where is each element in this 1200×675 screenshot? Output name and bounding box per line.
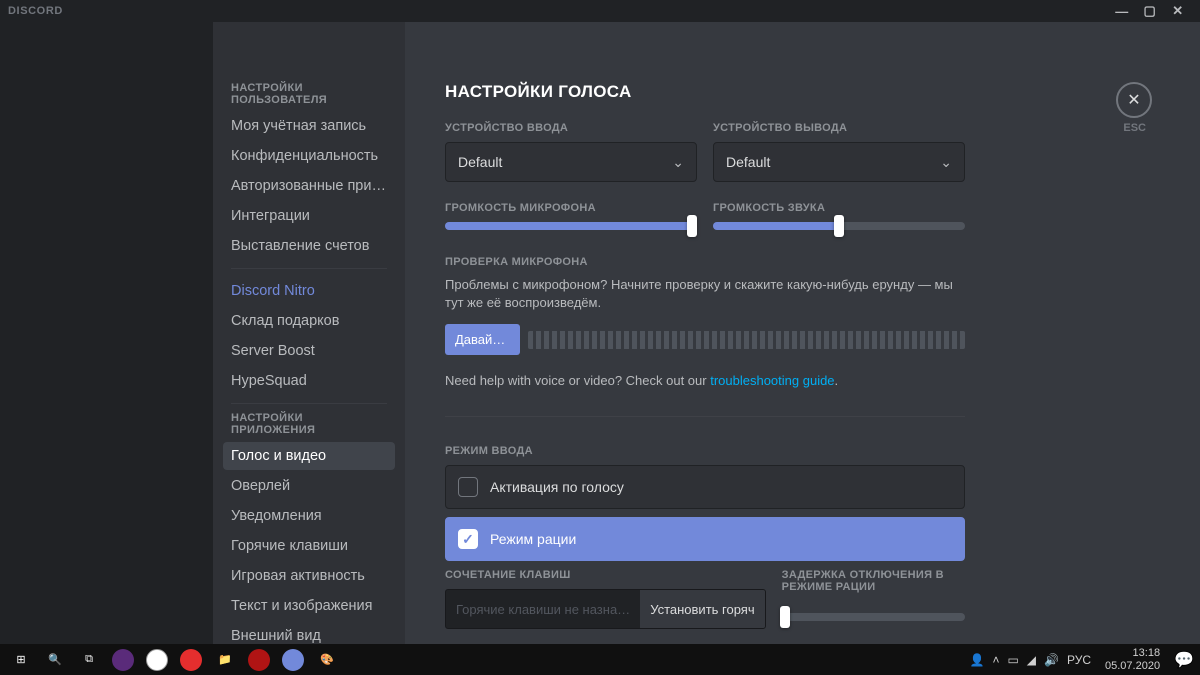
action-center-icon[interactable]: 💬	[1174, 650, 1194, 670]
taskbar-app[interactable]	[242, 647, 276, 673]
guild-column	[0, 22, 213, 644]
checkbox-icon	[458, 477, 478, 497]
section-voice-header: НАСТРОЙКИ ГОЛОСА	[445, 82, 965, 102]
tray-chevron-icon[interactable]: ˄	[992, 653, 999, 667]
settings-sidebar: НАСТРОЙКИ ПОЛЬЗОВАТЕЛЯ Моя учётная запис…	[213, 22, 405, 644]
sidebar-item-appearance[interactable]: Внешний вид	[223, 622, 395, 644]
sidebar-item-text-images[interactable]: Текст и изображения	[223, 592, 395, 620]
mic-test-button[interactable]: Давайте пр…	[445, 324, 520, 355]
close-icon: ✕	[1127, 90, 1140, 110]
input-mode-push-to-talk[interactable]: ✓ Режим рации	[445, 517, 965, 561]
input-device-value: Default	[458, 154, 502, 170]
option-label: Режим рации	[490, 531, 576, 547]
system-tray[interactable]: 👤 ˄ ▭ ◢ 🔊 РУС 13:18 05.07.2020 💬	[969, 647, 1196, 671]
record-shortcut-button[interactable]: Установить горяч	[640, 590, 764, 628]
sidebar-item-voice-video[interactable]: Голос и видео	[223, 442, 395, 470]
shortcut-input[interactable]: Горячие клавиши не назна… Установить гор…	[445, 589, 766, 629]
people-icon[interactable]: 👤	[969, 653, 984, 667]
sidebar-category: НАСТРОЙКИ ПОЛЬЗОВАТЕЛЯ	[223, 82, 395, 112]
sidebar-item-hypesquad[interactable]: HypeSquad	[223, 367, 395, 395]
slider-thumb[interactable]	[780, 606, 790, 628]
chevron-down-icon: ⌄	[672, 154, 684, 171]
sidebar-separator	[231, 403, 387, 404]
taskbar-app[interactable]	[106, 647, 140, 673]
divider	[445, 416, 965, 417]
taskbar-app[interactable]	[174, 647, 208, 673]
task-view-icon[interactable]: ⧉	[72, 647, 106, 673]
output-device-value: Default	[726, 154, 770, 170]
esc-label: ESC	[1123, 122, 1146, 134]
output-device-select[interactable]: Default ⌄	[713, 142, 965, 182]
shortcut-label: СОЧЕТАНИЕ КЛАВИШ	[445, 569, 766, 581]
close-button[interactable]: ✕	[1164, 3, 1192, 19]
sidebar-item-authorized-apps[interactable]: Авторизованные прил…	[223, 172, 395, 200]
output-volume-label: ГРОМКОСТЬ ЗВУКА	[713, 202, 965, 214]
sidebar-item-keybinds[interactable]: Горячие клавиши	[223, 532, 395, 560]
sidebar-item-overlay[interactable]: Оверлей	[223, 472, 395, 500]
taskbar-app-paint[interactable]: 🎨	[310, 647, 344, 673]
sidebar-item-gifts[interactable]: Склад подарков	[223, 307, 395, 335]
titlebar: DISCORD — ▢ ✕	[0, 0, 1200, 22]
sidebar-separator	[231, 268, 387, 269]
minimize-button[interactable]: —	[1108, 4, 1136, 19]
input-volume-slider[interactable]	[445, 222, 697, 230]
checkbox-checked-icon: ✓	[458, 529, 478, 549]
ptt-delay-slider[interactable]	[782, 613, 965, 621]
keyboard-lang[interactable]: РУС	[1067, 653, 1091, 667]
input-device-label: УСТРОЙСТВО ВВОДА	[445, 122, 697, 134]
sidebar-category: НАСТРОЙКИ ПРИЛОЖЕНИЯ	[223, 412, 395, 442]
app-body: НАСТРОЙКИ ПОЛЬЗОВАТЕЛЯ Моя учётная запис…	[0, 22, 1200, 644]
option-label: Активация по голосу	[490, 479, 624, 495]
output-volume-slider[interactable]	[713, 222, 965, 230]
close-settings-button[interactable]: ✕	[1116, 82, 1152, 118]
app-name: DISCORD	[8, 5, 63, 17]
input-volume-label: ГРОМКОСТЬ МИКРОФОНА	[445, 202, 697, 214]
taskbar-app[interactable]	[140, 647, 174, 673]
input-device-select[interactable]: Default ⌄	[445, 142, 697, 182]
settings-content: ✕ ESC НАСТРОЙКИ ГОЛОСА УСТРОЙСТВО ВВОДА …	[405, 22, 1200, 644]
volume-icon[interactable]: 🔊	[1044, 653, 1059, 667]
chevron-down-icon: ⌄	[940, 154, 952, 171]
sidebar-item-privacy[interactable]: Конфиденциальность	[223, 142, 395, 170]
ptt-delay-label: ЗАДЕРЖКА ОТКЛЮЧЕНИЯ В РЕЖИМЕ РАЦИИ	[782, 569, 965, 593]
taskbar-app-discord[interactable]	[276, 647, 310, 673]
mic-test-label: ПРОВЕРКА МИКРОФОНА	[445, 256, 965, 268]
taskbar-app[interactable]: 📁	[208, 647, 242, 673]
sidebar-item-notifications[interactable]: Уведомления	[223, 502, 395, 530]
maximize-button[interactable]: ▢	[1136, 3, 1164, 19]
output-device-label: УСТРОЙСТВО ВЫВОДА	[713, 122, 965, 134]
shortcut-placeholder: Горячие клавиши не назна…	[446, 602, 640, 617]
battery-icon[interactable]: ▭	[1007, 653, 1018, 667]
taskbar-clock[interactable]: 13:18 05.07.2020	[1099, 647, 1166, 671]
help-text: Need help with voice or video? Check out…	[445, 373, 965, 388]
sidebar-item-nitro[interactable]: Discord Nitro	[223, 277, 395, 305]
sidebar-item-billing[interactable]: Выставление счетов	[223, 232, 395, 260]
input-mode-voice-activity[interactable]: Активация по голосу	[445, 465, 965, 509]
wifi-icon[interactable]: ◢	[1027, 653, 1036, 667]
sidebar-item-boost[interactable]: Server Boost	[223, 337, 395, 365]
slider-thumb[interactable]	[687, 215, 697, 237]
sidebar-item-account[interactable]: Моя учётная запись	[223, 112, 395, 140]
search-icon[interactable]: 🔍	[38, 647, 72, 673]
windows-taskbar[interactable]: ⊞ 🔍 ⧉ 📁 🎨 👤 ˄ ▭ ◢ 🔊 РУС 13:18 05.07.2020…	[0, 644, 1200, 675]
slider-thumb[interactable]	[834, 215, 844, 237]
mic-level-meter	[528, 331, 965, 349]
troubleshooting-link[interactable]: troubleshooting guide	[710, 373, 834, 388]
input-mode-label: РЕЖИМ ВВОДА	[445, 445, 965, 457]
sidebar-item-game-activity[interactable]: Игровая активность	[223, 562, 395, 590]
sidebar-item-connections[interactable]: Интеграции	[223, 202, 395, 230]
start-button[interactable]: ⊞	[4, 647, 38, 673]
mic-test-description: Проблемы с микрофоном? Начните проверку …	[445, 276, 965, 312]
